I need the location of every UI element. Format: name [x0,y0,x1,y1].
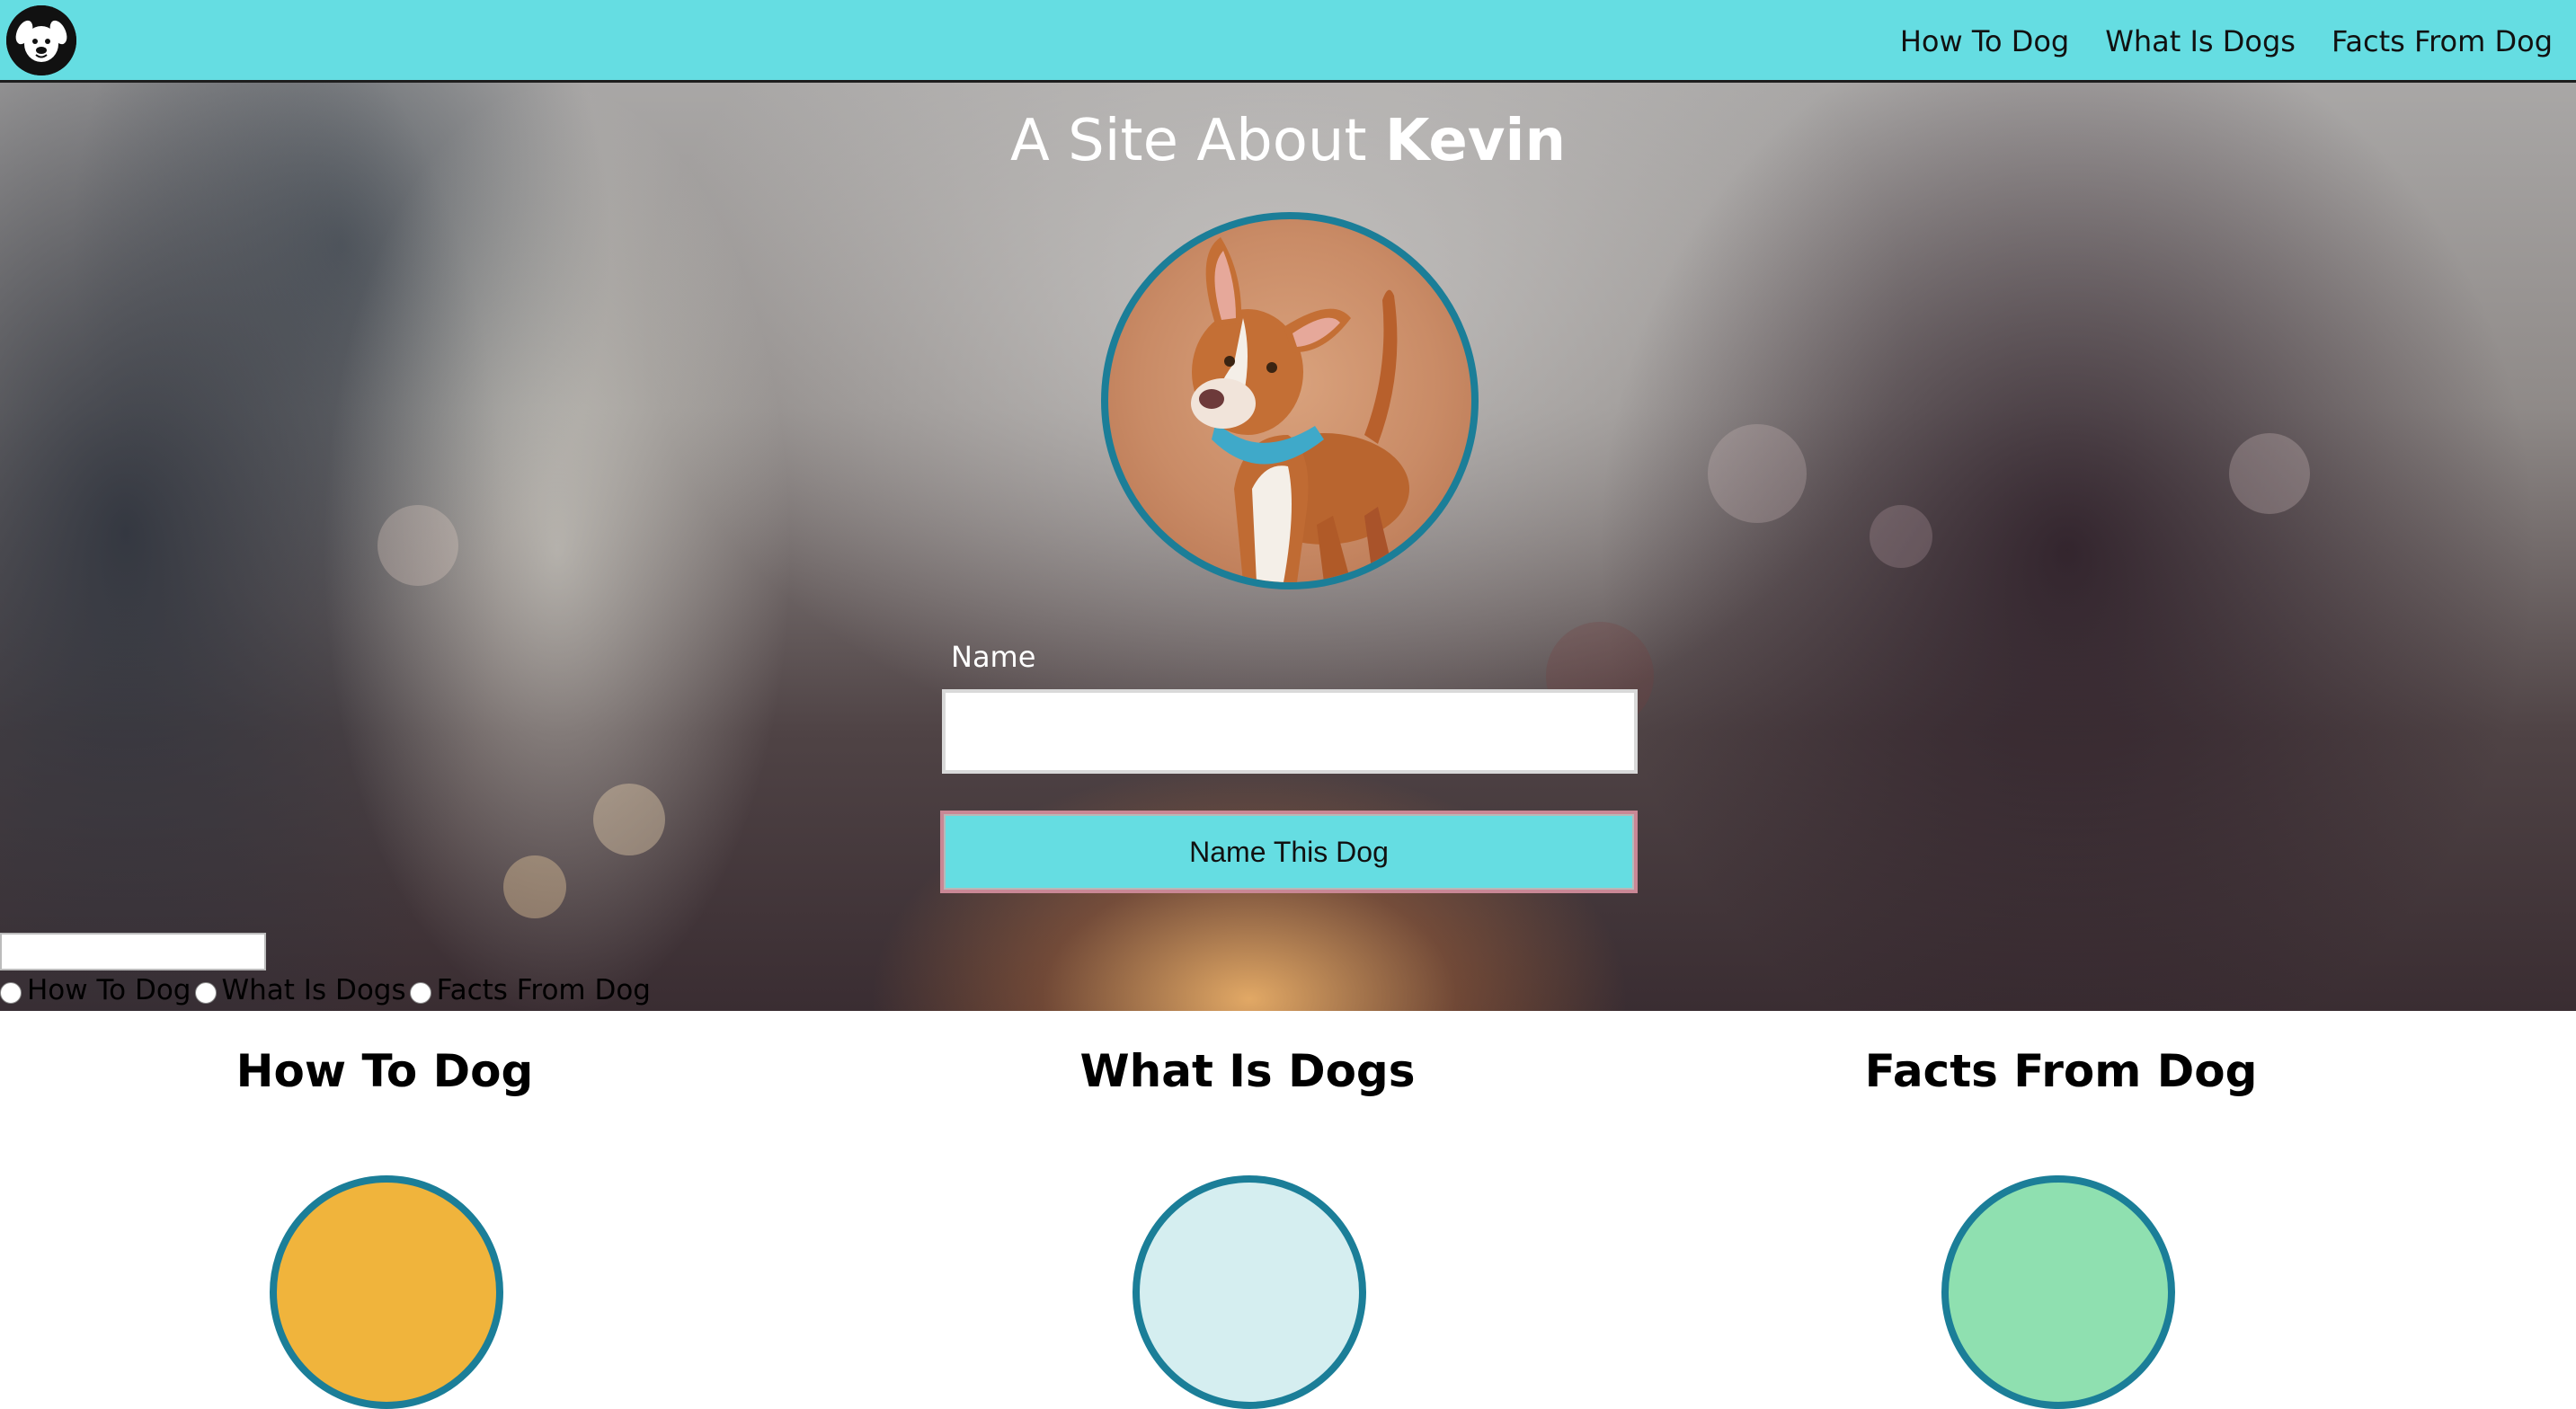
hero-title: A Site About Kevin [0,108,2576,174]
radio-option-facts-from-dog[interactable]: Facts From Dog [409,974,651,1006]
main-nav: How To Dog What Is Dogs Facts From Dog [1900,0,2553,83]
radio-option-how-to-dog[interactable]: How To Dog [0,974,191,1006]
name-input[interactable] [942,689,1638,774]
nav-link-facts-from-dog[interactable]: Facts From Dog [2332,24,2553,58]
bokeh-decoration [503,855,566,918]
section-image-facts-from-dog [1941,1175,2175,1409]
hero-section: A Site About Kevin Name Name This Dog Ho… [0,83,2576,1011]
radio-label: What Is Dogs [221,974,406,1006]
bokeh-decoration [378,505,458,586]
hero-title-prefix: A Site About [1010,108,1367,174]
section-title-facts-from-dog: Facts From Dog [1864,1045,2258,1097]
section-image-what-is-dogs [1133,1175,1366,1409]
section-title-what-is-dogs: What Is Dogs [1079,1045,1416,1097]
radio-option-what-is-dogs[interactable]: What Is Dogs [194,974,406,1006]
nav-link-what-is-dogs[interactable]: What Is Dogs [2105,24,2296,58]
radio-button[interactable] [409,982,431,1004]
dog-portrait-photo [1101,212,1479,589]
radio-label: How To Dog [27,974,191,1006]
bokeh-decoration [1708,424,1807,523]
radio-label: Facts From Dog [436,974,651,1006]
nav-link-how-to-dog[interactable]: How To Dog [1900,24,2069,58]
radio-button[interactable] [194,982,217,1004]
bokeh-decoration [593,784,665,855]
name-this-dog-button[interactable]: Name This Dog [940,811,1638,893]
name-label: Name [951,640,1036,674]
hero-title-name: Kevin [1384,108,1566,174]
bokeh-decoration [2229,433,2310,514]
top-navbar: How To Dog What Is Dogs Facts From Dog [0,0,2576,83]
radio-group: How To Dog What Is Dogs Facts From Dog [0,972,654,1008]
radio-button[interactable] [0,982,22,1004]
bokeh-decoration [1870,505,1932,568]
section-image-how-to-dog [270,1175,503,1409]
section-title-how-to-dog: How To Dog [235,1045,534,1097]
dog-logo-icon[interactable] [6,5,76,75]
small-text-input[interactable] [0,933,266,970]
